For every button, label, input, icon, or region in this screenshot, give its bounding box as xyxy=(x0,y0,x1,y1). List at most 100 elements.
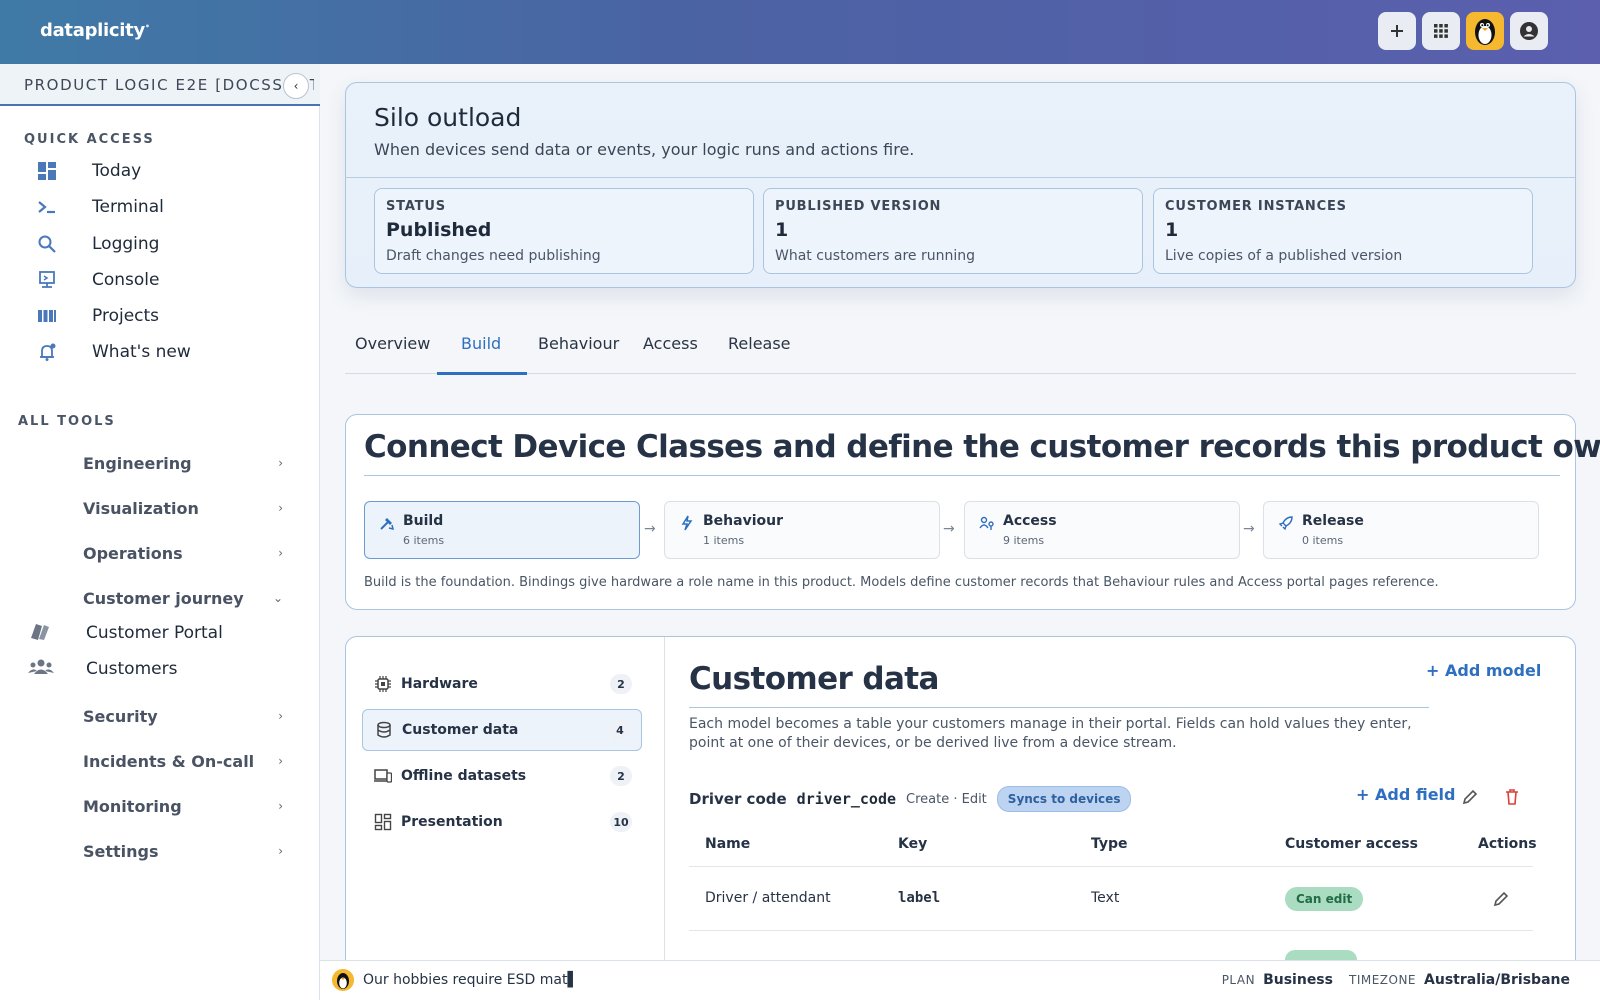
pencil-icon xyxy=(1462,789,1478,805)
divider xyxy=(689,707,1429,708)
count-badge: 10 xyxy=(610,812,632,832)
project-selector[interactable]: PRODUCT LOGIC E2E [DOCSSHOTS] ‹ xyxy=(0,64,320,106)
model-name: Driver code xyxy=(689,790,787,808)
lightning-icon xyxy=(681,515,693,531)
tool-operations[interactable]: Operations › xyxy=(83,538,283,568)
quick-access-title: QUICK ACCESS xyxy=(24,132,155,147)
section-title: Customer data xyxy=(689,661,939,697)
grid-icon xyxy=(1434,24,1448,38)
step-access[interactable]: Access 9 items xyxy=(964,501,1240,559)
portal-icon xyxy=(28,620,52,646)
tool-monitoring[interactable]: Monitoring › xyxy=(83,791,283,821)
step-build[interactable]: Build 6 items xyxy=(364,501,640,559)
dashboard-icon xyxy=(36,160,58,182)
penguin-avatar-button[interactable] xyxy=(1466,12,1504,50)
footer-message: Our hobbies require ESD mat▌ xyxy=(363,972,579,988)
tool-settings[interactable]: Settings › xyxy=(83,836,283,866)
count-badge: 2 xyxy=(610,674,632,694)
arrow-right-icon: → xyxy=(1243,521,1255,537)
tab-release[interactable]: Release xyxy=(728,334,791,353)
tool-security[interactable]: Security › xyxy=(83,701,283,731)
apps-button[interactable] xyxy=(1422,12,1460,50)
sidebar-item-customers[interactable]: Customers xyxy=(28,654,177,684)
plus-icon xyxy=(1391,25,1403,37)
workflow-card: Connect Device Classes and define the cu… xyxy=(345,414,1600,610)
logo[interactable]: dataplicity• xyxy=(40,20,150,41)
chevron-down-icon: ⌄ xyxy=(272,591,283,605)
rocket-icon xyxy=(1278,516,1293,531)
divider xyxy=(346,177,1575,178)
active-tab-indicator xyxy=(437,372,527,375)
tool-engineering[interactable]: Engineering › xyxy=(83,448,283,478)
sync-badge: Syncs to devices xyxy=(996,786,1132,812)
product-summary-card: Silo outload When devices send data or e… xyxy=(345,82,1576,288)
chevron-right-icon: › xyxy=(278,799,283,813)
collapse-sidebar-button[interactable]: ‹ xyxy=(283,73,309,99)
table-header: Name Key Type Customer access Actions xyxy=(689,823,1537,867)
sidebar-item-whats-new[interactable]: What's new xyxy=(36,337,191,367)
add-model-button[interactable]: + Add model xyxy=(1426,661,1541,680)
plus-icon: + xyxy=(1356,785,1375,804)
pencil-icon xyxy=(1493,891,1509,907)
sidebar-item-projects[interactable]: Projects xyxy=(36,301,159,331)
edit-model-button[interactable] xyxy=(1458,785,1482,809)
add-field-button[interactable]: + Add field xyxy=(1356,785,1456,804)
chevron-right-icon: › xyxy=(278,546,283,560)
tools-icon xyxy=(380,518,395,531)
sidebar: PRODUCT LOGIC E2E [DOCSSHOTS] ‹ QUICK AC… xyxy=(0,64,320,1000)
tab-behaviour[interactable]: Behaviour xyxy=(538,334,619,353)
stat-customer-instances: CUSTOMER INSTANCES 1 Live copies of a pu… xyxy=(1153,188,1533,274)
model-permissions: Create · Edit xyxy=(906,791,987,807)
chevron-left-icon: ‹ xyxy=(293,79,299,93)
sidebar-item-logging[interactable]: Logging xyxy=(36,229,159,259)
chevron-right-icon: › xyxy=(278,456,283,470)
layout-icon xyxy=(374,813,392,831)
project-name: PRODUCT LOGIC E2E [DOCSSHOTS] xyxy=(24,76,314,94)
build-nav-presentation[interactable]: Presentation 10 xyxy=(362,801,642,843)
plan-value: Business xyxy=(1263,972,1333,988)
tool-customer-journey[interactable]: Customer journey ⌄ xyxy=(83,583,283,613)
timezone-value: Australia/Brisbane xyxy=(1424,972,1570,988)
account-icon xyxy=(1520,22,1538,40)
chevron-right-icon: › xyxy=(278,844,283,858)
build-nav: Hardware 2 Customer data 4 Offline datas… xyxy=(346,637,665,975)
footer-meta: PLAN Business TIMEZONE Australia/Brisban… xyxy=(1221,972,1570,988)
section-description: Each model becomes a table your customer… xyxy=(689,716,1412,751)
all-tools-title: ALL TOOLS xyxy=(18,414,116,429)
sidebar-item-today[interactable]: Today xyxy=(36,156,141,186)
build-nav-hardware[interactable]: Hardware 2 xyxy=(362,663,642,705)
edit-field-button[interactable] xyxy=(1489,887,1513,911)
model-header: Driver code driver_code Create · Edit Sy… xyxy=(689,785,1132,813)
arrow-right-icon: → xyxy=(943,521,955,537)
projects-icon xyxy=(36,305,58,327)
tab-access[interactable]: Access xyxy=(643,334,698,353)
sidebar-item-console[interactable]: Console xyxy=(36,265,160,295)
chevron-right-icon: › xyxy=(278,501,283,515)
main-content: Silo outload When devices send data or e… xyxy=(320,64,1600,976)
account-button[interactable] xyxy=(1510,12,1548,50)
step-behaviour[interactable]: Behaviour 1 items xyxy=(664,501,940,559)
tool-incidents-on-call[interactable]: Incidents & On-call › xyxy=(83,746,283,776)
count-badge: 2 xyxy=(610,766,632,786)
table-row[interactable]: Driver / attendant label Text Can edit xyxy=(689,867,1533,931)
page-title: Silo outload xyxy=(374,103,522,132)
tab-build[interactable]: Build xyxy=(461,334,501,353)
customers-icon xyxy=(28,657,54,681)
step-release[interactable]: Release 0 items xyxy=(1263,501,1539,559)
build-nav-offline-datasets[interactable]: Offline datasets 2 xyxy=(362,755,642,797)
build-panel: Hardware 2 Customer data 4 Offline datas… xyxy=(345,636,1576,976)
delete-model-button[interactable] xyxy=(1500,785,1524,809)
table-row xyxy=(689,931,1533,964)
tool-visualization[interactable]: Visualization › xyxy=(83,493,283,523)
chevron-right-icon: › xyxy=(278,709,283,723)
arrow-right-icon: → xyxy=(644,521,656,537)
sidebar-item-customer-portal[interactable]: Customer Portal xyxy=(28,618,223,648)
model-key: driver_code xyxy=(796,790,897,808)
add-button[interactable] xyxy=(1378,12,1416,50)
access-badge: Can edit xyxy=(1285,887,1364,911)
divider xyxy=(364,475,1560,476)
build-nav-customer-data[interactable]: Customer data 4 xyxy=(362,709,642,751)
sidebar-item-terminal[interactable]: Terminal xyxy=(36,192,164,222)
tab-overview[interactable]: Overview xyxy=(355,334,430,353)
workflow-note: Build is the foundation. Bindings give h… xyxy=(364,575,1439,590)
